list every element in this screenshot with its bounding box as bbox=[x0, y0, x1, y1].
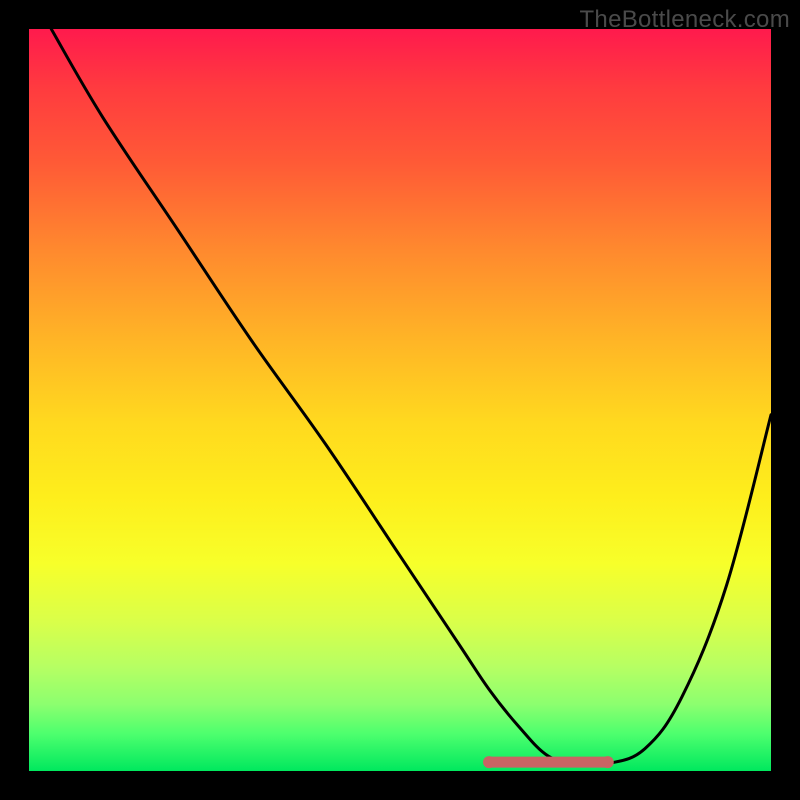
flat-segment-end-dot bbox=[602, 756, 614, 768]
chart-stage: TheBottleneck.com bbox=[0, 0, 800, 800]
curve-path bbox=[51, 29, 771, 765]
watermark-text: TheBottleneck.com bbox=[579, 6, 790, 34]
bottleneck-curve bbox=[29, 29, 771, 771]
chart-plot-area bbox=[29, 29, 771, 771]
flat-segment-start-dot bbox=[483, 756, 495, 768]
